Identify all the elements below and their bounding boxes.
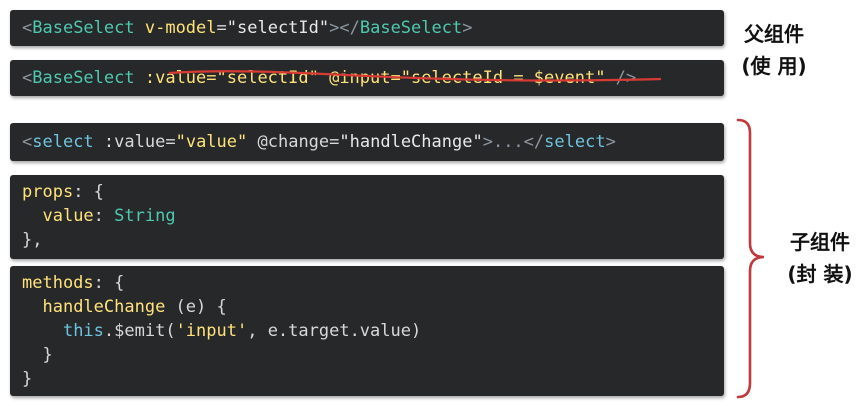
input-event-string: 'input'	[175, 321, 248, 341]
end-lt-symbol: </	[339, 18, 360, 38]
methods-close: }	[22, 369, 33, 389]
end-gt-symbol: >	[462, 18, 473, 38]
eq-symbol: =	[165, 132, 176, 152]
struck-binding-text: :value="selectId" @input="selecteId = $e…	[144, 68, 606, 88]
value-attr-value: "value"	[175, 132, 248, 152]
child-select-box: <select :value="value" @change="handleCh…	[10, 123, 724, 161]
vmodel-attr: v-model	[144, 18, 217, 38]
methods-key: methods	[22, 273, 94, 293]
lt-symbol: <	[22, 68, 33, 88]
methods-line-3: this.$emit('input', e.target.value)	[22, 319, 724, 343]
parent-label-title: 父组件	[744, 22, 804, 46]
eq-symbol: =	[216, 18, 227, 38]
child-props-box: props: { value: String },	[10, 175, 724, 259]
props-key: props	[22, 182, 74, 202]
methods-line-5: }	[22, 367, 724, 391]
component-tag: BaseSelect	[32, 68, 135, 88]
self-close-symbol: />	[605, 68, 637, 88]
child-methods-box: methods: { handleChange (e) { this.$emit…	[10, 266, 724, 396]
child-label: 子组件 (封 装)	[778, 226, 862, 290]
methods-line-2: handleChange (e) {	[22, 295, 724, 319]
methods-open: : {	[93, 273, 125, 293]
props-close: },	[22, 230, 43, 250]
change-attr: @change	[257, 132, 330, 152]
colon: :	[93, 206, 115, 226]
lt-symbol: <	[22, 18, 33, 38]
fn-close: }	[42, 345, 53, 365]
value-attr: :value	[103, 132, 166, 152]
this-keyword: this	[62, 321, 104, 341]
select-tag: select	[32, 132, 94, 152]
methods-line-4: }	[22, 343, 724, 367]
child-label-subtitle: (封 装)	[787, 262, 853, 286]
emit-call: .$emit(	[103, 321, 176, 341]
gt-symbol: >	[482, 132, 493, 152]
fn-signature: (e) {	[165, 297, 227, 317]
expanded-code-line: <BaseSelect :value="selectId" @input="se…	[22, 66, 724, 90]
props-line-1: props: {	[22, 180, 724, 204]
child-curly-bracket	[736, 118, 765, 399]
ellipsis: ...	[492, 132, 524, 152]
vmodel-code-line: <BaseSelect v-model="selectId"></BaseSel…	[22, 16, 724, 40]
emit-args: , e.target.value)	[247, 321, 422, 341]
props-line-3: },	[22, 228, 724, 252]
change-attr-value: "handleChange"	[339, 132, 483, 152]
end-component-tag: BaseSelect	[359, 18, 463, 38]
methods-line-1: methods: {	[22, 271, 724, 295]
end-select-tag: select	[544, 132, 606, 152]
handle-change-fn: handleChange	[42, 297, 166, 317]
attr-value: "selectId"	[226, 18, 330, 38]
end-lt-symbol: </	[523, 132, 545, 152]
value-key: value	[42, 206, 94, 226]
parent-usage-expanded-box: <BaseSelect :value="selectId" @input="se…	[10, 60, 724, 96]
child-label-title: 子组件	[790, 230, 850, 254]
props-open: : {	[73, 182, 104, 202]
eq-symbol: =	[329, 132, 340, 152]
component-tag: BaseSelect	[32, 18, 135, 38]
parent-usage-vmodel-box: <BaseSelect v-model="selectId"></BaseSel…	[10, 10, 724, 46]
gt-symbol: >	[329, 18, 340, 38]
end-gt-symbol: >	[605, 132, 616, 152]
string-type: String	[114, 206, 176, 226]
parent-label: 父组件 (使 用)	[734, 18, 814, 82]
select-code-line: <select :value="value" @change="handleCh…	[22, 130, 724, 154]
parent-label-subtitle: (使 用)	[741, 54, 807, 78]
lt-symbol: <	[22, 132, 33, 152]
props-line-2: value: String	[22, 204, 724, 228]
